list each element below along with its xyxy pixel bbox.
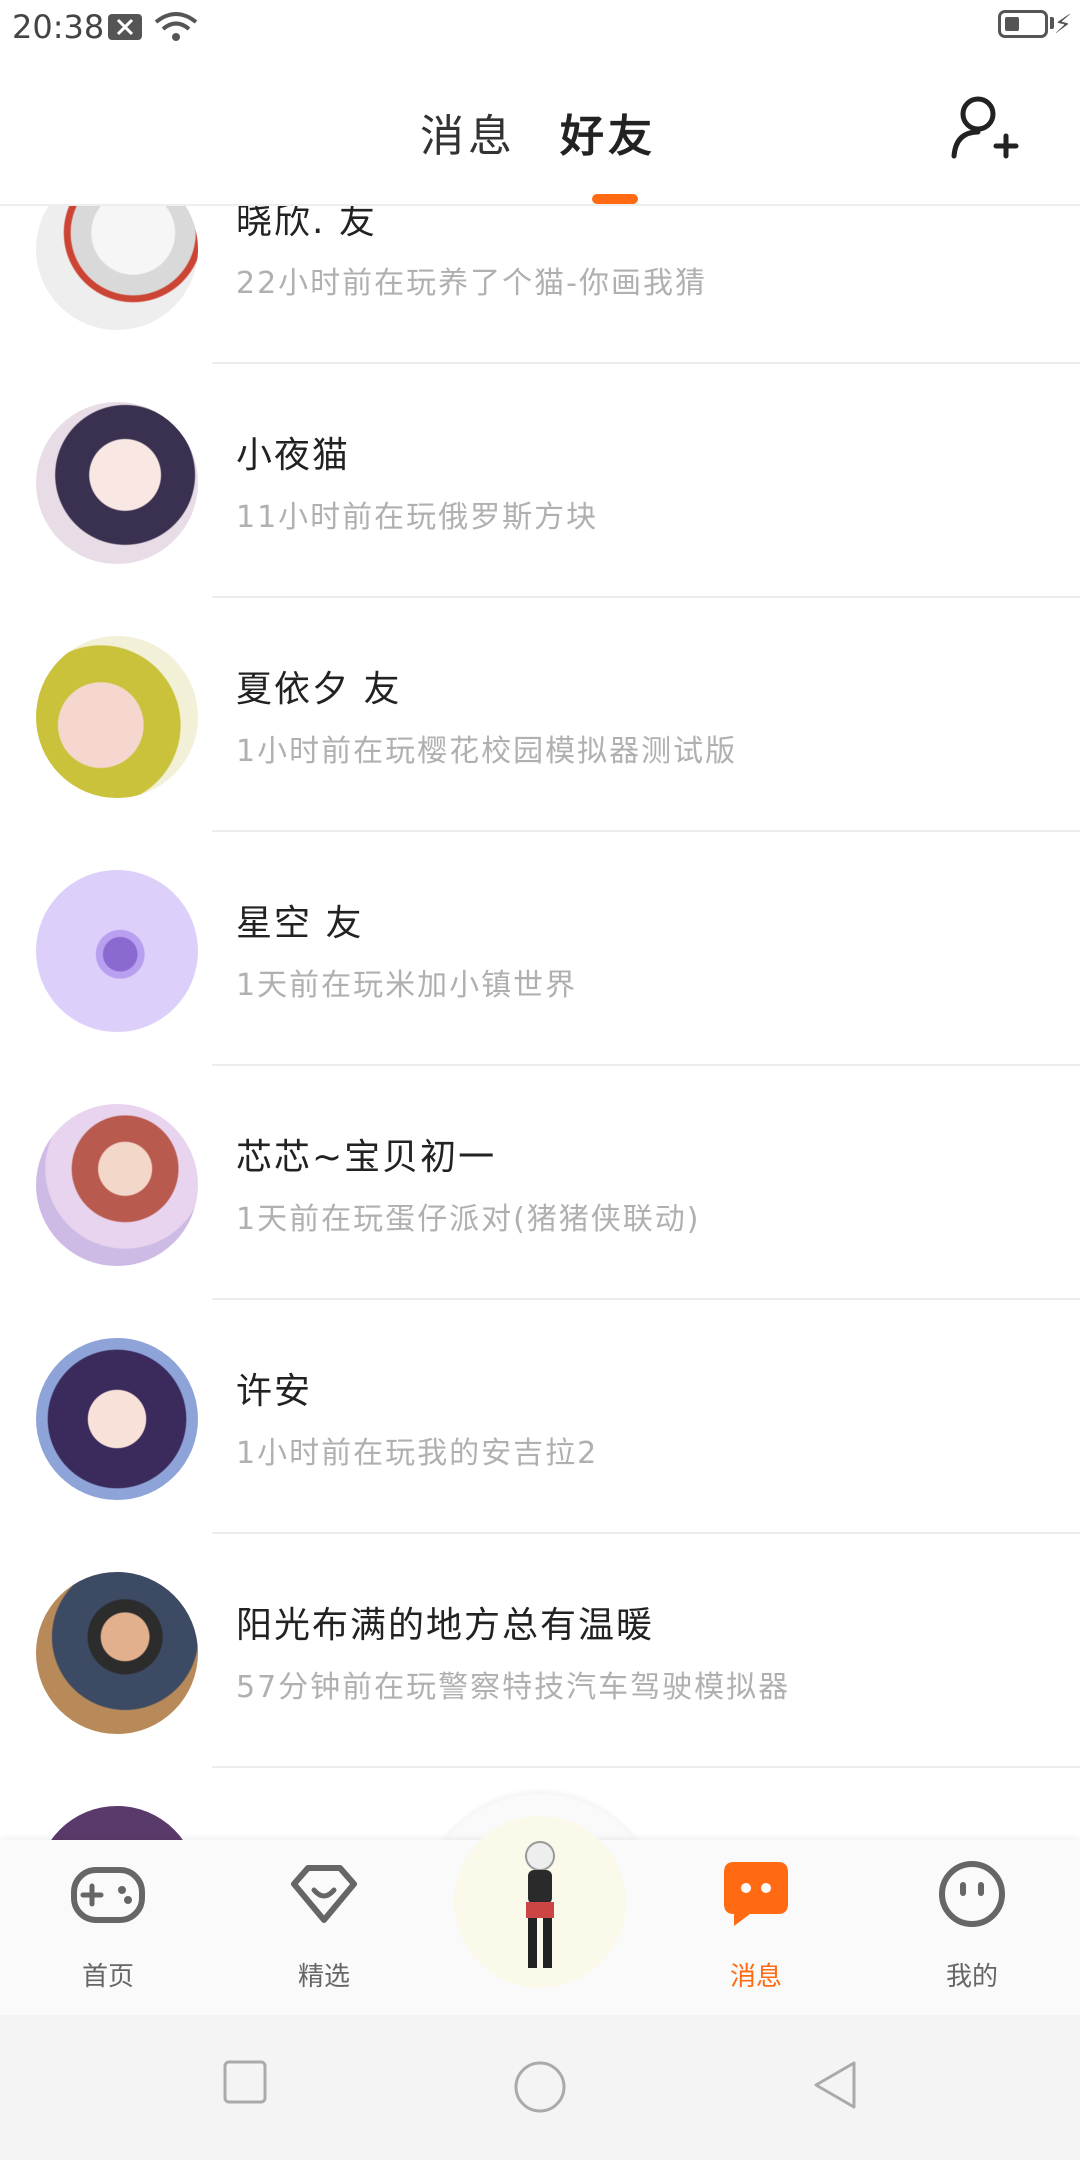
friend-name: 星空 友 (236, 903, 364, 944)
add-friend-icon[interactable] (950, 92, 1020, 162)
avatar (36, 636, 198, 798)
back-button[interactable] (810, 2059, 858, 2111)
nav-label: 首页 (81, 1962, 134, 1992)
friend-status: 11小时前在玩俄罗斯方块 (236, 500, 599, 535)
friend-status: 1小时前在玩樱花校园模拟器测试版 (236, 734, 738, 769)
friend-status: 57分钟前在玩警察特技汽车驾驶模拟器 (236, 1670, 791, 1705)
friend-status: 1小时前在玩我的安吉拉2 (236, 1436, 599, 1471)
face-icon (939, 1861, 1005, 1927)
center-character-avatar[interactable] (454, 1816, 626, 1988)
nav-me[interactable]: 我的 (892, 1840, 1052, 2015)
friend-name: 阳光布满的地方总有温暖 (236, 1605, 655, 1646)
nav-featured[interactable]: 精选 (244, 1840, 404, 2015)
active-tab-indicator (592, 194, 638, 204)
header: 消息 好友 (0, 56, 1080, 206)
nav-label: 我的 (945, 1962, 998, 1992)
system-navigation-bar (0, 2015, 1080, 2160)
diamond-icon (291, 1865, 357, 1923)
nav-label: 精选 (297, 1962, 350, 1992)
friend-row[interactable]: 芯芯~宝贝初一 1天前在玩蛋仔派对(猪猪侠联动) (0, 1066, 1080, 1300)
gamepad-icon (71, 1867, 145, 1923)
friend-row[interactable]: 小夜猫 11小时前在玩俄罗斯方块 (0, 364, 1080, 598)
friend-row[interactable]: 阳光布满的地方总有温暖 57分钟前在玩警察特技汽车驾驶模拟器 (0, 1534, 1080, 1768)
character-figure-icon (525, 1841, 555, 1968)
tab-friends[interactable]: 好友 (560, 100, 656, 164)
friend-name: 夏依夕 友 (236, 669, 402, 710)
avatar (36, 402, 198, 564)
friend-name: 芯芯~宝贝初一 (236, 1137, 497, 1178)
message-bubble-icon (724, 1862, 788, 1926)
friend-row[interactable]: 许安 1小时前在玩我的安吉拉2 (0, 1300, 1080, 1534)
nav-home[interactable]: 首页 (28, 1840, 188, 2015)
avatar (36, 1338, 198, 1500)
avatar (36, 1572, 198, 1734)
friend-row[interactable]: 夏依夕 友 1小时前在玩樱花校园模拟器测试版 (0, 598, 1080, 832)
avatar (36, 1104, 198, 1266)
avatar (36, 870, 198, 1032)
friend-row[interactable]: 星空 友 1天前在玩米加小镇世界 (0, 832, 1080, 1066)
friend-status: 1天前在玩蛋仔派对(猪猪侠联动) (236, 1202, 701, 1237)
friend-status: 1天前在玩米加小镇世界 (236, 968, 578, 1003)
friend-name: 小夜猫 (236, 435, 351, 476)
friend-name: 许安 (236, 1371, 313, 1412)
recent-apps-button[interactable] (222, 2059, 268, 2105)
tab-messages[interactable]: 消息 (420, 100, 516, 164)
home-button[interactable] (512, 2059, 568, 2115)
nav-label: 消息 (729, 1962, 782, 1992)
nav-messages[interactable]: 消息 (676, 1840, 836, 2015)
friend-status: 22小时前在玩养了个猫-你画我猜 (236, 266, 707, 301)
